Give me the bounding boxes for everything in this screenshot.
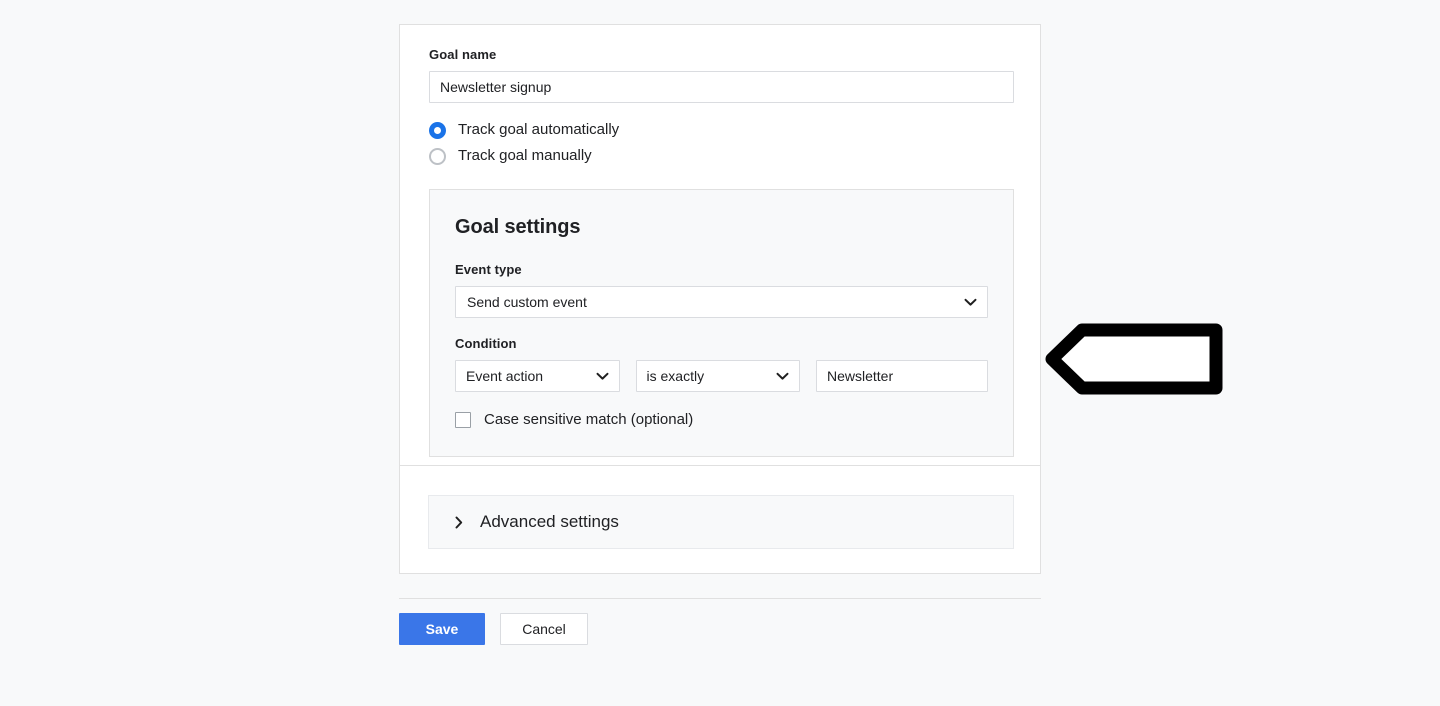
condition-operator-value: is exactly (646, 368, 705, 384)
condition-label: Condition (455, 336, 517, 351)
condition-row: Event action is exactly (455, 360, 988, 392)
case-sensitive-checkbox-row[interactable]: Case sensitive match (optional) (455, 410, 988, 430)
footer-divider (399, 598, 1041, 599)
goal-form-card: Goal name Track goal automatically Track… (399, 24, 1041, 574)
advanced-settings-toggle[interactable]: Advanced settings (428, 495, 1014, 549)
condition-field-select[interactable]: Event action (455, 360, 620, 392)
condition-operator-select[interactable]: is exactly (635, 360, 800, 392)
radio-track-goal-manually[interactable]: Track goal manually (429, 143, 1014, 169)
event-type-value: Send custom event (467, 294, 587, 310)
tracking-mode-radio-group: Track goal automatically Track goal manu… (429, 117, 1014, 169)
goal-name-input[interactable] (429, 71, 1014, 103)
advanced-settings-label: Advanced settings (480, 512, 619, 531)
card-section-divider (400, 465, 1040, 466)
footer-actions: Save Cancel (399, 613, 588, 645)
goal-settings-panel: Goal settings Event type Send custom eve… (429, 189, 1014, 457)
radio-track-goal-automatically[interactable]: Track goal automatically (429, 117, 1014, 143)
chevron-right-icon (453, 516, 465, 529)
checkbox-unchecked-icon (455, 412, 471, 428)
radio-selected-icon (429, 121, 446, 139)
event-type-select[interactable]: Send custom event (455, 286, 988, 318)
case-sensitive-label: Case sensitive match (optional) (484, 411, 694, 428)
condition-field-value: Event action (466, 368, 544, 384)
radio-track-goal-manually-label: Track goal manually (458, 147, 592, 164)
goal-settings-title: Goal settings (455, 216, 581, 238)
goal-form-body: Goal name Track goal automatically Track… (429, 47, 1014, 457)
goal-name-label: Goal name (429, 47, 497, 62)
radio-unselected-icon (429, 147, 446, 165)
event-type-label: Event type (455, 262, 522, 277)
save-button[interactable]: Save (399, 613, 485, 645)
cancel-button[interactable]: Cancel (500, 613, 588, 645)
radio-track-goal-automatically-label: Track goal automatically (458, 121, 620, 138)
condition-value-input[interactable] (816, 360, 988, 392)
